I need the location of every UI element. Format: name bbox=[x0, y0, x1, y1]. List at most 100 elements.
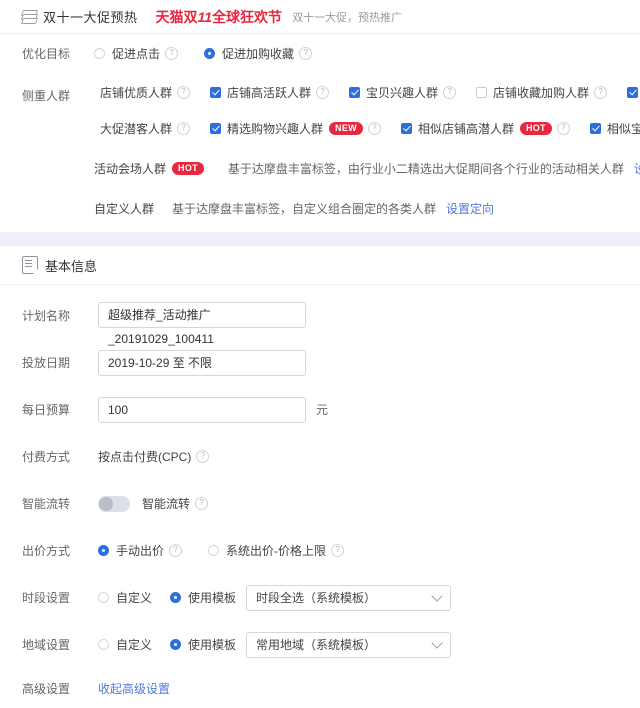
basic-info-panel: 基本信息 计划名称 超级推荐_活动推广_20191029_100411 投放日期… bbox=[0, 246, 640, 708]
crowd-item-interest-label: 宝贝兴趣人群 bbox=[366, 85, 439, 100]
checkbox-box bbox=[627, 86, 639, 98]
radio-dot bbox=[98, 592, 109, 603]
crowd-coupon[interactable]: 店铺优惠券人群 ? bbox=[627, 84, 640, 101]
basic-info-title: 基本信息 bbox=[45, 258, 98, 274]
help-icon[interactable]: ? bbox=[195, 497, 209, 510]
checkbox-box bbox=[400, 122, 412, 134]
crowd-similar-item[interactable]: 相似宝贝优质人群 HOT ? bbox=[589, 120, 640, 137]
bid-option-manual[interactable]: 手动出价 ? bbox=[98, 542, 183, 559]
daily-budget-unit: 元 bbox=[316, 403, 329, 417]
crowd-item-interest[interactable]: 宝贝兴趣人群 ? bbox=[349, 84, 457, 101]
region-option-template[interactable]: 使用模板 bbox=[170, 636, 236, 653]
checkbox-box bbox=[349, 86, 361, 98]
chevron-down-icon bbox=[431, 589, 443, 602]
crowd-favorite-cart[interactable]: 店铺收藏加购人群 ? bbox=[476, 84, 608, 101]
campaign-title: 双十一大促预热 bbox=[43, 10, 138, 25]
advanced-setting-row: 高级设置 收起高级设置 bbox=[0, 668, 640, 708]
help-icon[interactable]: ? bbox=[196, 450, 210, 463]
goal-option-favorite-cart-label: 促进加购收藏 bbox=[222, 46, 295, 61]
help-icon[interactable]: ? bbox=[169, 544, 183, 557]
promo-title: 天猫双11全球狂欢节 bbox=[156, 7, 283, 27]
radio-dot bbox=[208, 545, 220, 556]
date-range-input[interactable]: 2019-10-29 至 不限 bbox=[98, 349, 306, 376]
advanced-setting-label: 高级设置 bbox=[22, 681, 71, 696]
checkbox-box bbox=[210, 86, 222, 98]
crowd-active[interactable]: 店铺高活跃人群 ? bbox=[210, 84, 330, 101]
crowd-label: 侧重人群 bbox=[22, 89, 71, 103]
region-template-select[interactable]: 常用地域（系统模板） bbox=[246, 631, 452, 658]
help-icon[interactable]: ? bbox=[556, 121, 570, 135]
goal-option-favorite-cart[interactable]: 促进加购收藏 ? bbox=[204, 45, 313, 62]
collapse-advanced-link[interactable]: 收起高级设置 bbox=[98, 680, 170, 697]
crowd-quality[interactable]: 店铺优质人群 ? bbox=[94, 84, 191, 101]
radio-dot bbox=[204, 47, 216, 59]
targeting-panel: 双十一大促预热 天猫双11全球狂欢节 双十一大促，预热推广 优化目标 促进点击 … bbox=[0, 0, 640, 232]
bid-method-label: 出价方式 bbox=[22, 544, 71, 558]
help-icon[interactable]: ? bbox=[331, 544, 345, 557]
help-icon[interactable]: ? bbox=[443, 85, 457, 99]
help-icon[interactable]: ? bbox=[367, 121, 381, 135]
time-option-template[interactable]: 使用模板 bbox=[170, 589, 236, 606]
help-icon[interactable]: ? bbox=[177, 121, 191, 135]
checkbox-box bbox=[210, 122, 222, 134]
bid-option-manual-label: 手动出价 bbox=[116, 544, 165, 558]
region-setting-row: 地域设置 自定义 使用模板 常用地域（系统模板） bbox=[0, 621, 640, 668]
optimization-goal-label: 优化目标 bbox=[22, 47, 71, 61]
crowd-custom-desc: 基于达摩盘丰富标签，自定义组合圈定的各类人群 bbox=[172, 201, 437, 216]
smart-rotation-label: 智能流转 bbox=[22, 497, 71, 511]
region-template-value: 常用地域（系统模板） bbox=[256, 638, 377, 652]
crowd-custom-set-targeting-link[interactable]: 设置定向 bbox=[446, 200, 494, 217]
radio-dot bbox=[170, 639, 182, 650]
campaign-subtitle: 双十一大促，预热推广 bbox=[292, 11, 403, 24]
crowd-selected-shopping[interactable]: 精选购物兴趣人群 NEW ? bbox=[210, 120, 381, 137]
crowd-row-custom: 自定义人群 基于达摩盘丰富标签，自定义组合圈定的各类人群 设置定向 bbox=[94, 194, 640, 222]
promo-prefix: 天猫双 bbox=[155, 8, 198, 25]
help-icon[interactable]: ? bbox=[594, 85, 608, 99]
goal-option-click[interactable]: 促进点击 ? bbox=[94, 45, 179, 62]
plan-name-input[interactable]: 超级推荐_活动推广_20191029_100411 bbox=[98, 302, 306, 346]
daily-budget-label: 每日预算 bbox=[22, 403, 71, 417]
crowd-row-2: 大促潜客人群 ? 精选购物兴趣人群 NEW ? 相似店铺高潜人群 HOT ? 相… bbox=[94, 114, 640, 142]
region-option-custom[interactable]: 自定义 bbox=[98, 636, 152, 653]
bid-method-row: 出价方式 手动出价 ? 系统出价-价格上限 ? bbox=[0, 527, 640, 574]
new-badge: NEW bbox=[329, 121, 363, 135]
radio-dot bbox=[94, 47, 105, 59]
region-option-custom-label: 自定义 bbox=[116, 638, 153, 652]
time-option-custom-label: 自定义 bbox=[116, 591, 153, 605]
time-option-template-label: 使用模板 bbox=[188, 591, 237, 605]
help-icon[interactable]: ? bbox=[299, 46, 313, 60]
crowd-custom-label: 自定义人群 bbox=[94, 201, 155, 216]
optimization-goal-row: 优化目标 促进点击 ? 促进加购收藏 ? bbox=[0, 34, 640, 72]
pay-method-value: 按点击付费(CPC) bbox=[98, 450, 192, 464]
pay-method-label: 付费方式 bbox=[22, 450, 71, 464]
goal-option-click-label: 促进点击 bbox=[112, 46, 161, 61]
crowd-favorite-cart-label: 店铺收藏加购人群 bbox=[493, 85, 590, 100]
plan-name-label: 计划名称 bbox=[22, 308, 71, 323]
crowd-similar-shop[interactable]: 相似店铺高潜人群 HOT ? bbox=[400, 120, 570, 137]
toggle-knob bbox=[99, 496, 113, 511]
crowd-potential[interactable]: 大促潜客人群 ? bbox=[94, 120, 191, 137]
time-option-custom[interactable]: 自定义 bbox=[98, 589, 152, 606]
radio-dot bbox=[98, 639, 109, 650]
time-template-value: 时段全选（系统模板） bbox=[256, 591, 377, 605]
region-setting-label: 地域设置 bbox=[22, 638, 71, 652]
time-template-select[interactable]: 时段全选（系统模板） bbox=[246, 584, 452, 611]
chevron-down-icon bbox=[431, 636, 443, 649]
crowd-section: 侧重人群 店铺优质人群 ? 店铺高活跃人群 ? 宝贝兴趣人群 ? 店铺收藏加购人… bbox=[0, 72, 640, 222]
smart-rotation-toggle[interactable] bbox=[98, 495, 130, 512]
radio-dot bbox=[98, 545, 109, 556]
pay-method-row: 付费方式 按点击付费(CPC) ? bbox=[0, 433, 640, 480]
time-setting-row: 时段设置 自定义 使用模板 时段全选（系统模板） bbox=[0, 574, 640, 621]
bid-option-system-cap-label: 系统出价-价格上限 bbox=[226, 544, 327, 558]
help-icon[interactable]: ? bbox=[165, 46, 179, 60]
promo-suffix: 全球狂欢节 bbox=[212, 8, 283, 25]
smart-rotation-toggle-label: 智能流转 bbox=[142, 497, 191, 511]
document-icon bbox=[22, 256, 38, 274]
daily-budget-input[interactable]: 100 bbox=[98, 396, 306, 423]
help-icon[interactable]: ? bbox=[316, 85, 330, 99]
crowd-venue-set-targeting-link[interactable]: 设置定向 bbox=[634, 160, 640, 177]
plan-name-row: 计划名称 超级推荐_活动推广_20191029_100411 bbox=[0, 285, 640, 346]
help-icon[interactable]: ? bbox=[177, 85, 191, 99]
bid-option-system-cap[interactable]: 系统出价-价格上限 ? bbox=[208, 542, 345, 559]
crowd-row-venue: 活动会场人群 HOT 基于达摩盘丰富标签，由行业小二精选出大促期间各个行业的活动… bbox=[94, 154, 640, 182]
